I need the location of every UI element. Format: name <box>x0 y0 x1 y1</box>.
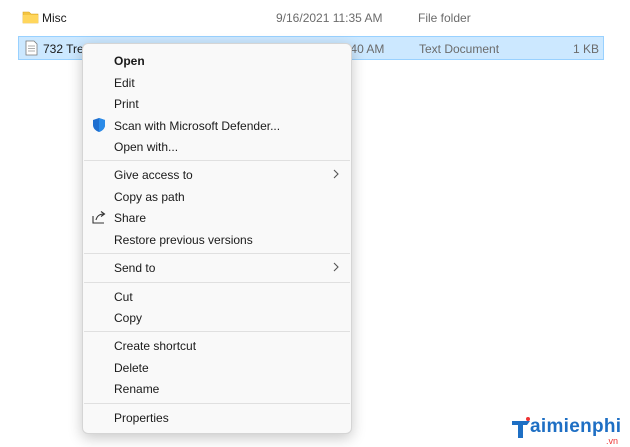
folder-icon <box>22 11 39 24</box>
menu-item-delete[interactable]: Delete <box>83 357 351 378</box>
menu-item-label: Print <box>114 97 139 111</box>
menu-item-label: Edit <box>114 76 135 90</box>
menu-item-label: Scan with Microsoft Defender... <box>114 119 281 133</box>
menu-item-copy-as-path[interactable]: Copy as path <box>83 186 351 207</box>
menu-item-label: Create shortcut <box>114 339 197 353</box>
menu-item-open-with[interactable]: Open with... <box>83 136 351 157</box>
menu-item-label: Open with... <box>114 140 179 154</box>
menu-separator <box>84 253 350 254</box>
menu-item-label: Copy as path <box>114 190 185 204</box>
file-size: 1 KB <box>572 42 599 56</box>
menu-item-restore-versions[interactable]: Restore previous versions <box>83 229 351 250</box>
file-type: File folder <box>418 11 471 25</box>
menu-item-send-to[interactable]: Send to <box>83 257 351 278</box>
menu-item-label: Cut <box>114 290 133 304</box>
menu-item-label: Send to <box>114 261 156 275</box>
menu-item-label: Delete <box>114 361 149 375</box>
chevron-right-icon <box>333 169 339 179</box>
file-name: Misc <box>42 11 67 25</box>
menu-separator <box>84 403 350 404</box>
menu-separator <box>84 282 350 283</box>
taimienphi-logo-icon <box>512 417 530 438</box>
menu-item-label: Share <box>114 211 147 225</box>
menu-item-label: Open <box>114 54 145 68</box>
context-menu: Open Edit Print Scan with Microsoft Defe… <box>82 43 352 434</box>
menu-item-label: Rename <box>114 382 160 396</box>
menu-item-edit[interactable]: Edit <box>83 72 351 93</box>
defender-shield-icon <box>93 118 105 132</box>
menu-item-open[interactable]: Open <box>83 50 351 71</box>
watermark-text: aimienphi <box>530 416 622 437</box>
file-date-modified: 9/16/2021 11:35 AM <box>276 11 383 25</box>
menu-item-copy[interactable]: Copy <box>83 307 351 328</box>
share-icon <box>92 211 106 224</box>
menu-item-label: Copy <box>114 311 143 325</box>
menu-item-scan-defender[interactable]: Scan with Microsoft Defender... <box>83 115 351 136</box>
text-file-icon <box>25 40 38 56</box>
menu-item-create-shortcut[interactable]: Create shortcut <box>83 335 351 356</box>
menu-item-cut[interactable]: Cut <box>83 286 351 307</box>
chevron-right-icon <box>333 262 339 272</box>
menu-item-give-access[interactable]: Give access to <box>83 164 351 185</box>
menu-separator <box>84 331 350 332</box>
menu-item-share[interactable]: Share <box>83 207 351 228</box>
menu-item-label: Restore previous versions <box>114 233 253 247</box>
watermark-suffix: .vn <box>606 436 619 446</box>
menu-item-label: Give access to <box>114 168 193 182</box>
menu-item-label: Properties <box>114 411 169 425</box>
menu-separator <box>84 160 350 161</box>
menu-item-properties[interactable]: Properties <box>83 407 351 428</box>
watermark-logo: aimienphi .vn <box>508 414 626 446</box>
file-row-misc[interactable]: Misc 9/16/2021 11:35 AM File folder <box>18 6 604 30</box>
menu-item-print[interactable]: Print <box>83 93 351 114</box>
menu-item-rename[interactable]: Rename <box>83 378 351 399</box>
file-type: Text Document <box>419 42 500 56</box>
